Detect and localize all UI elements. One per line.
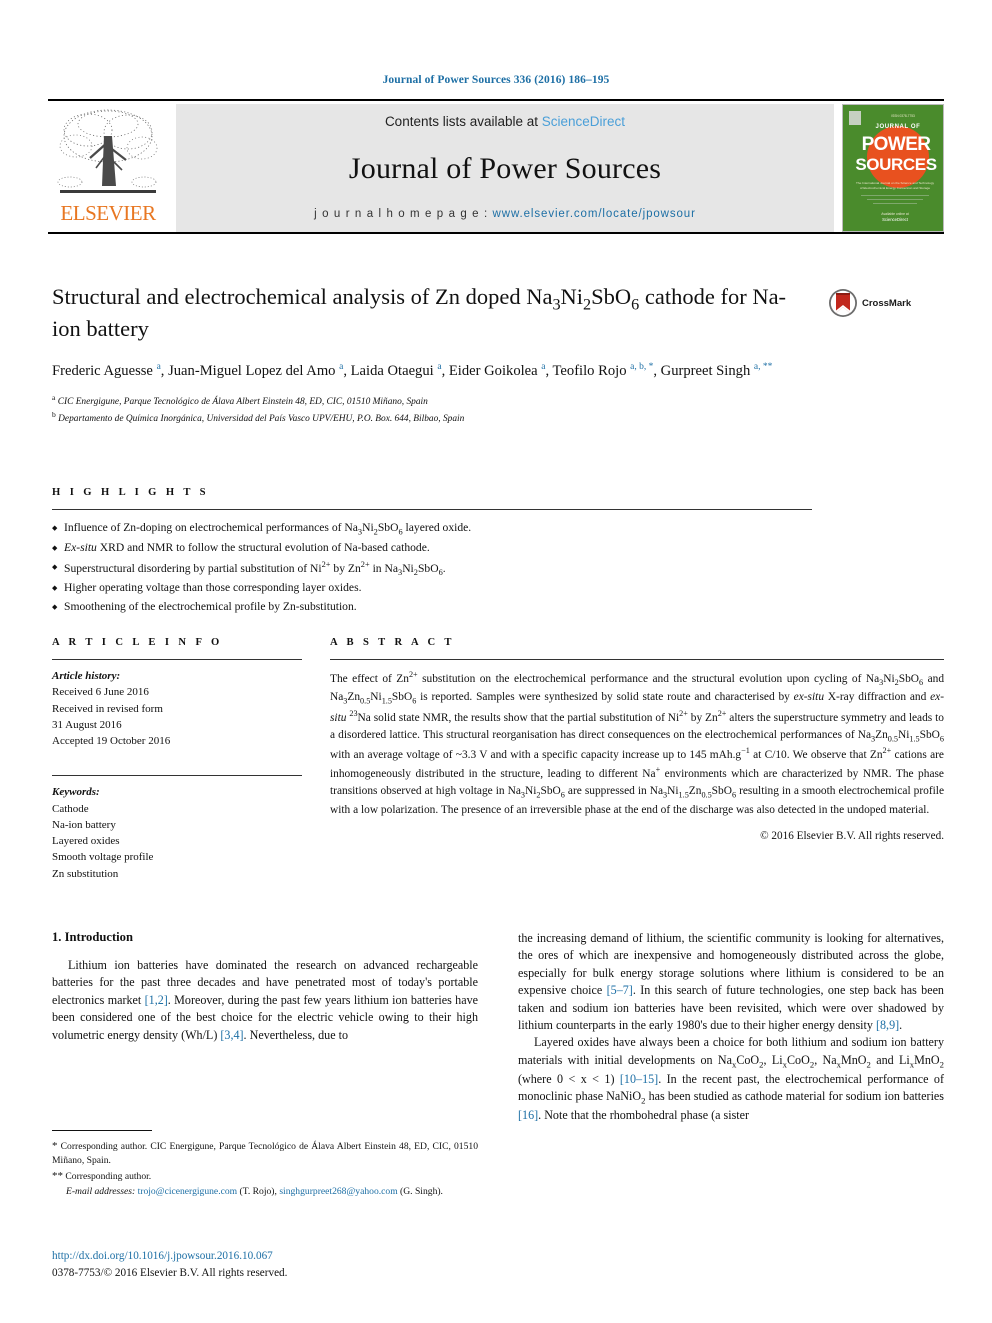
journal-masthead: ELSEVIER Contents lists available at Sci… [48, 99, 944, 234]
article-info-heading: A R T I C L E I N F O [52, 637, 223, 648]
abstract-heading: A B S T R A C T [330, 637, 455, 648]
keywords-block: Keywords: Cathode Na-ion battery Layered… [52, 775, 302, 882]
keyword: Smooth voltage profile [52, 851, 154, 864]
title-block: Structural and electrochemical analysis … [52, 283, 812, 427]
keyword: Cathode [52, 802, 89, 815]
elsevier-wordmark: ELSEVIER [60, 201, 156, 225]
highlights-rule [52, 509, 812, 510]
keywords-label: Keywords: [52, 786, 100, 799]
affiliation-b: b Departamento de Química Inorgánica, Un… [52, 410, 465, 425]
article-history-label: Article history: [52, 670, 121, 682]
info-and-abstract: A R T I C L E I N F O Article history: R… [52, 637, 944, 882]
keyword: Layered oxides [52, 835, 120, 848]
history-line: Received in revised form [52, 702, 163, 715]
svg-text:POWER: POWER [862, 134, 932, 155]
affiliation-b-text: Departamento de Química Inorgánica, Univ… [58, 414, 465, 425]
section-heading-introduction: 1. Introduction [52, 930, 133, 944]
svg-text:ISSN 0378-7753: ISSN 0378-7753 [891, 114, 915, 118]
keywords-body: Keywords: Cathode Na-ion battery Layered… [52, 784, 302, 882]
journal-cover-art: ISSN 0378-7753 JOURNAL OF POWER SOURCES … [843, 105, 943, 231]
svg-text:SOURCES: SOURCES [855, 155, 936, 174]
abstract-section: A B S T R A C T The effect of Zn2+ subst… [330, 637, 944, 882]
highlights-list: Influence of Zn-doping on electrochemica… [52, 519, 812, 617]
sciencedirect-link[interactable]: ScienceDirect [542, 114, 625, 129]
paragraph: the increasing demand of lithium, the sc… [518, 931, 944, 1033]
footnote-rule [52, 1130, 152, 1131]
keyword: Na-ion battery [52, 818, 116, 831]
svg-text:The International Journal on t: The International Journal on the Science… [856, 181, 934, 185]
history-line: Accepted 19 October 2016 [52, 735, 171, 748]
svg-text:JOURNAL OF: JOURNAL OF [876, 124, 921, 130]
article-history: Article history: Received 6 June 2016 Re… [52, 668, 302, 749]
doi-link[interactable]: http://dx.doi.org/10.1016/j.jpowsour.201… [52, 1248, 482, 1265]
list-item: Influence of Zn-doping on electrochemica… [52, 519, 812, 539]
contents-available-line: Contents lists available at ScienceDirec… [385, 114, 625, 129]
journal-cover-thumbnail: ISSN 0378-7753 JOURNAL OF POWER SOURCES … [842, 104, 944, 232]
article-info-section: A R T I C L E I N F O Article history: R… [52, 637, 302, 882]
footnote-emails[interactable]: E-mail addresses: trojo@cicenergigune.co… [52, 1185, 478, 1199]
svg-text:ScienceDirect: ScienceDirect [882, 217, 909, 222]
article-info-rule [52, 659, 302, 660]
svg-text:of Electrochemical Energy Conv: of Electrochemical Energy Conversion and… [860, 186, 930, 190]
list-item: Smoothening of the electrochemical profi… [52, 598, 812, 617]
history-line: 31 August 2016 [52, 718, 122, 731]
paragraph: Layered oxides have always been a choice… [518, 1035, 944, 1123]
footnote-corresponding-2: ** Corresponding author. [52, 1170, 152, 1183]
affiliations: a CIC Energigune, Parque Tecnológico de … [52, 392, 812, 427]
keyword: Zn substitution [52, 867, 119, 880]
affiliation-a-text: CIC Energigune, Parque Tecnológico de Ál… [57, 396, 428, 407]
body-column-left: 1. Introduction Lithium ion batteries ha… [52, 930, 478, 1125]
history-line: Received 6 June 2016 [52, 686, 149, 699]
footnotes-block: * Corresponding author. CIC Energigune, … [52, 1130, 478, 1199]
body-columns: 1. Introduction Lithium ion batteries ha… [52, 930, 944, 1125]
crossmark-icon [829, 289, 857, 317]
journal-homepage-line: j o u r n a l h o m e p a g e : www.else… [314, 208, 696, 220]
contents-prefix: Contents lists available at [384, 114, 542, 129]
crossmark-badge[interactable]: CrossMark [828, 288, 911, 318]
paper-page: Journal of Power Sources 336 (2016) 186–… [0, 0, 992, 1323]
list-item: Superstructural disordering by partial s… [52, 558, 812, 580]
affiliation-a: a CIC Energigune, Parque Tecnológico de … [52, 392, 428, 407]
footnote-corresponding-1: * Corresponding author. CIC Energigune, … [52, 1140, 478, 1167]
paragraph: Lithium ion batteries have dominated the… [52, 958, 478, 1042]
issn-copyright-line: 0378-7753/© 2016 Elsevier B.V. All right… [52, 1266, 288, 1279]
journal-title: Journal of Power Sources [348, 151, 662, 185]
elsevier-logo: ELSEVIER [48, 104, 168, 232]
journal-homepage-url[interactable]: www.elsevier.com/locate/jpowsour [493, 208, 696, 220]
body-column-right: the increasing demand of lithium, the sc… [518, 930, 944, 1125]
masthead-center-panel: Contents lists available at ScienceDirec… [176, 104, 834, 232]
elsevier-tree-icon [57, 109, 158, 193]
highlights-section: H I G H L I G H T S Influence of Zn-dopi… [52, 487, 812, 617]
doi-block: http://dx.doi.org/10.1016/j.jpowsour.201… [52, 1248, 482, 1282]
abstract-text: The effect of Zn2+ substitution on the e… [330, 670, 945, 816]
page-title: Structural and electrochemical analysis … [52, 284, 787, 342]
list-item: Higher operating voltage than those corr… [52, 579, 812, 598]
running-head: Journal of Power Sources 336 (2016) 186–… [382, 74, 610, 86]
list-item: Ex-situ XRD and NMR to follow the struct… [52, 539, 812, 558]
copyright-line: © 2016 Elsevier B.V. All rights reserved… [760, 830, 944, 843]
keywords-rule [52, 775, 302, 777]
author-list: Frederic Aguesse a, Juan-Miguel Lopez de… [52, 362, 773, 380]
svg-text:Available online at: Available online at [881, 212, 909, 216]
masthead-top-rule [48, 99, 944, 101]
homepage-prefix: j o u r n a l h o m e p a g e : [314, 208, 493, 220]
highlights-heading: H I G H L I G H T S [52, 487, 209, 498]
crossmark-label: CrossMark [862, 297, 912, 309]
abstract-rule [330, 659, 944, 660]
masthead-bottom-rule [48, 232, 944, 234]
